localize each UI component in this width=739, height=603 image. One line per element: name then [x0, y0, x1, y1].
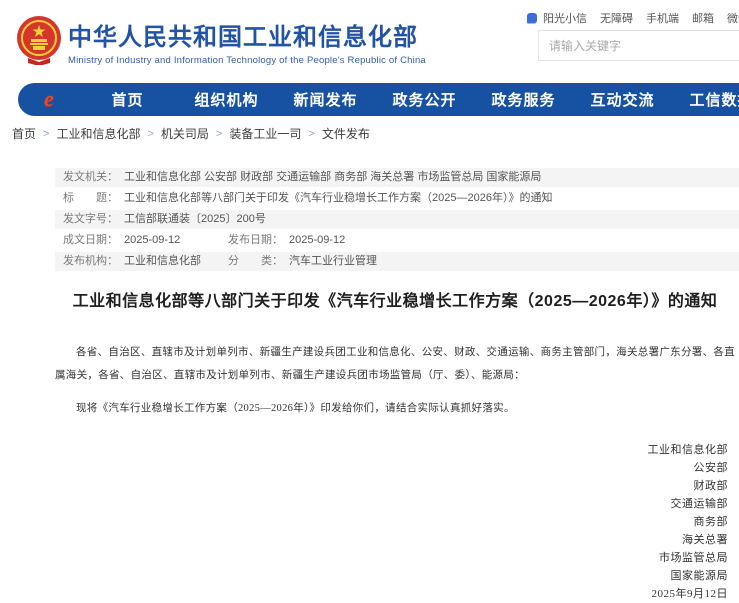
meta-row-issuing-agency: 发文机关： 工业和信息化部 公安部 财政部 交通运输部 商务部 海关总署 市场监管…	[55, 168, 739, 187]
breadcrumb: 首页 > 工业和信息化部 > 机关司局 > 装备工业一司 > 文件发布	[12, 125, 370, 142]
nav-item-interaction[interactable]: 互动交流	[573, 89, 672, 110]
meta-value: 工业和信息化部	[124, 255, 201, 267]
document-metadata-table: 发文机关： 工业和信息化部 公安部 财政部 交通运输部 商务部 海关总署 市场监管…	[55, 168, 739, 273]
meta-row-title: 标 题： 工业和信息化部等八部门关于印发《汽车行业稳增长工作方案（2025—202…	[55, 189, 739, 208]
meta-value: 2025-09-12	[289, 234, 345, 246]
breadcrumb-departments[interactable]: 机关司局	[161, 125, 209, 142]
meta-row-document-number: 发文字号： 工信部联通装〔2025〕200号	[55, 210, 739, 229]
nav-item-home[interactable]: 首页	[78, 89, 177, 110]
quick-link-mobile[interactable]: 手机端	[646, 10, 679, 26]
quick-link-sunshine[interactable]: 阳光小信	[543, 10, 587, 26]
meta-label: 发布机构：	[63, 255, 118, 267]
search-box	[538, 30, 739, 61]
breadcrumb-document-release[interactable]: 文件发布	[322, 125, 370, 142]
document-body: 各省、自治区、直辖市及计划单列市、新疆生产建设兵团工业和信息化、公安、财政、交通…	[55, 341, 735, 603]
nav-item-gov-services[interactable]: 政务服务	[474, 89, 573, 110]
signature-block: 工业和信息化部 公安部 财政部 交通运输部 商务部 海关总署 市场监管总局 国家…	[55, 441, 735, 603]
meta-value: 汽车工业行业管理	[289, 255, 377, 267]
signature-finance: 财政部	[55, 477, 728, 495]
signature-market-regulation: 市场监管总局	[55, 549, 728, 567]
meta-value: 工业和信息化部 公安部 财政部 交通运输部 商务部 海关总署 市场监管总局 国家…	[124, 171, 541, 183]
quick-link-wechat[interactable]: 微信	[727, 10, 739, 26]
breadcrumb-miit[interactable]: 工业和信息化部	[56, 125, 140, 142]
main-nav: e 首页 组织机构 新闻发布 政务公开 政务服务 互动交流 工信数据	[18, 83, 739, 116]
nav-item-gov-disclosure[interactable]: 政务公开	[375, 89, 474, 110]
meta-label: 标 题：	[63, 192, 118, 204]
breadcrumb-equipment-dept[interactable]: 装备工业一司	[229, 125, 301, 142]
signature-date: 2025年9月12日	[55, 585, 728, 603]
nav-item-miit-data[interactable]: 工信数据	[672, 89, 739, 110]
document-paragraph-recipients: 各省、自治区、直辖市及计划单列市、新疆生产建设兵团工业和信息化、公安、财政、交通…	[55, 341, 735, 387]
quick-links-bar: 阳光小信 无障碍 手机端 邮箱 微信 微博	[527, 10, 739, 26]
meta-row-publisher-category: 发布机构： 工业和信息化部 分 类： 汽车工业行业管理	[55, 252, 739, 271]
breadcrumb-home[interactable]: 首页	[12, 125, 36, 142]
meta-label: 发文字号：	[63, 213, 118, 225]
site-header: 中华人民共和国工业和信息化部 Ministry of Industry and …	[0, 0, 739, 78]
meta-label: 发布日期：	[228, 234, 283, 246]
breadcrumb-separator: >	[216, 128, 222, 140]
signature-customs: 海关总署	[55, 531, 728, 549]
quick-link-mailbox[interactable]: 邮箱	[692, 10, 714, 26]
signature-miit: 工业和信息化部	[55, 441, 728, 459]
breadcrumb-separator: >	[147, 128, 153, 140]
signature-energy: 国家能源局	[55, 567, 728, 585]
meta-value: 2025-09-12	[124, 234, 180, 246]
nav-item-organization[interactable]: 组织机构	[177, 89, 276, 110]
miit-gov-page: { "colors": { "brand_blue": "#1652a1", "…	[0, 0, 739, 592]
breadcrumb-separator: >	[308, 128, 314, 140]
chat-assistant-icon	[527, 13, 537, 23]
meta-value: 工业和信息化部等八部门关于印发《汽车行业稳增长工作方案（2025—2026年）》…	[124, 192, 552, 204]
gov-site-logo-icon: e	[44, 89, 64, 111]
meta-label: 分 类：	[228, 255, 283, 267]
meta-label: 成文日期：	[63, 234, 118, 246]
breadcrumb-separator: >	[43, 128, 49, 140]
document-paragraph-instruction: 现将《汽车行业稳增长工作方案（2025—2026年）》印发给你们，请结合实际认真…	[55, 397, 735, 420]
site-title-link[interactable]: 中华人民共和国工业和信息化部 Ministry of Industry and …	[68, 17, 426, 66]
meta-label: 发文机关：	[63, 171, 118, 183]
meta-row-dates: 成文日期： 2025-09-12 发布日期： 2025-09-12	[55, 231, 739, 250]
meta-value: 工信部联通装〔2025〕200号	[124, 213, 266, 225]
signature-commerce: 商务部	[55, 513, 728, 531]
document-title: 工业和信息化部等八部门关于印发《汽车行业稳增长工作方案（2025—2026年）》…	[55, 287, 735, 311]
signature-public-security: 公安部	[55, 459, 728, 477]
nav-item-news[interactable]: 新闻发布	[276, 89, 375, 110]
quick-link-accessibility[interactable]: 无障碍	[600, 10, 633, 26]
site-subtitle: Ministry of Industry and Information Tec…	[68, 55, 426, 66]
search-input[interactable]	[539, 31, 739, 60]
signature-transport: 交通运输部	[55, 495, 728, 513]
site-title: 中华人民共和国工业和信息化部	[68, 17, 426, 52]
national-emblem-icon	[13, 13, 65, 65]
